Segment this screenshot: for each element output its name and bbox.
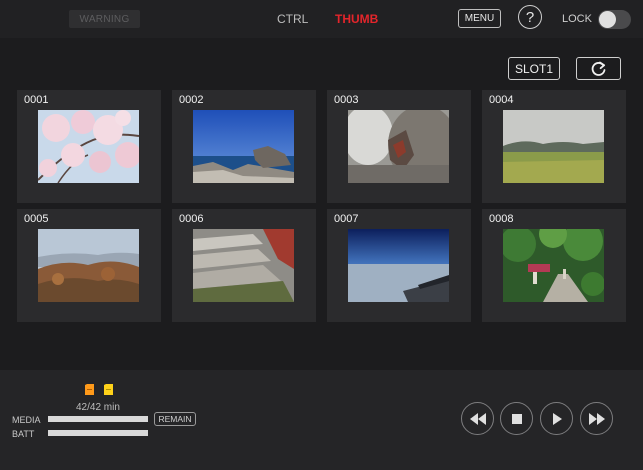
thumbnail-number: 0002 [179, 94, 204, 106]
thumbnail-number: 0006 [179, 213, 204, 225]
thumbnail-number: 0008 [489, 213, 514, 225]
thumbnail-image-forest-path[interactable] [503, 229, 604, 302]
slot-button[interactable]: SLOT1 [508, 57, 560, 80]
warning-indicator: WARNING [69, 10, 140, 28]
tab-ctrl[interactable]: CTRL [277, 12, 308, 26]
thumbnail-image-rock-closeup[interactable] [348, 110, 449, 183]
thumbnail-image-coastal-rocks[interactable] [193, 110, 294, 183]
stop-button[interactable] [500, 402, 533, 435]
rewind-button[interactable] [461, 402, 494, 435]
toggle-knob [599, 11, 616, 28]
thumbnail-card[interactable]: 0007 [327, 209, 471, 322]
sd-card-icon [85, 384, 94, 395]
rewind-icon [469, 412, 486, 425]
remain-button[interactable]: REMAIN [154, 412, 196, 426]
thumbnail-card[interactable]: 0006 [172, 209, 316, 322]
top-bar: WARNING CTRL THUMB MENU ? LOCK [0, 0, 643, 38]
fast-forward-icon [588, 412, 605, 425]
thumbnail-card[interactable]: 0001 [17, 90, 161, 203]
tab-thumb[interactable]: THUMB [335, 12, 378, 26]
battery-level-bar [48, 430, 148, 436]
help-icon: ? [525, 8, 535, 26]
refresh-button[interactable] [576, 57, 621, 80]
media-level-bar [48, 416, 148, 422]
thumbnail-image-cherry-blossoms[interactable] [38, 110, 139, 183]
sd-card-icon [104, 384, 113, 395]
lock-label: LOCK [562, 13, 592, 25]
media-remaining-time: 42/42 min [76, 402, 120, 413]
media-level-fill [48, 416, 148, 422]
play-button[interactable] [540, 402, 573, 435]
menu-button[interactable]: MENU [458, 9, 501, 28]
help-button[interactable]: ? [518, 5, 542, 29]
thumbnail-image-rice-field[interactable] [503, 110, 604, 183]
play-icon [552, 412, 562, 425]
stop-icon [511, 413, 522, 424]
batt-label: BATT [12, 429, 35, 439]
thumbnail-card[interactable]: 0005 [17, 209, 161, 322]
refresh-icon [591, 61, 605, 76]
thumbnail-image-airplane-wing-sky[interactable] [348, 229, 449, 302]
fast-forward-button[interactable] [580, 402, 613, 435]
thumbnail-image-stone-steps[interactable] [193, 229, 294, 302]
media-label: MEDIA [12, 415, 41, 425]
thumbnail-number: 0005 [24, 213, 49, 225]
thumbnail-image-mountain-view[interactable] [38, 229, 139, 302]
thumbnail-card[interactable]: 0004 [482, 90, 626, 203]
thumbnail-number: 0001 [24, 94, 49, 106]
thumbnail-card[interactable]: 0003 [327, 90, 471, 203]
thumbnail-number: 0003 [334, 94, 359, 106]
thumbnail-number: 0004 [489, 94, 514, 106]
thumbnail-number: 0007 [334, 213, 359, 225]
thumbnail-card[interactable]: 0002 [172, 90, 316, 203]
thumbnail-card[interactable]: 0008 [482, 209, 626, 322]
battery-level-fill [48, 430, 148, 436]
lock-toggle[interactable] [598, 10, 631, 29]
